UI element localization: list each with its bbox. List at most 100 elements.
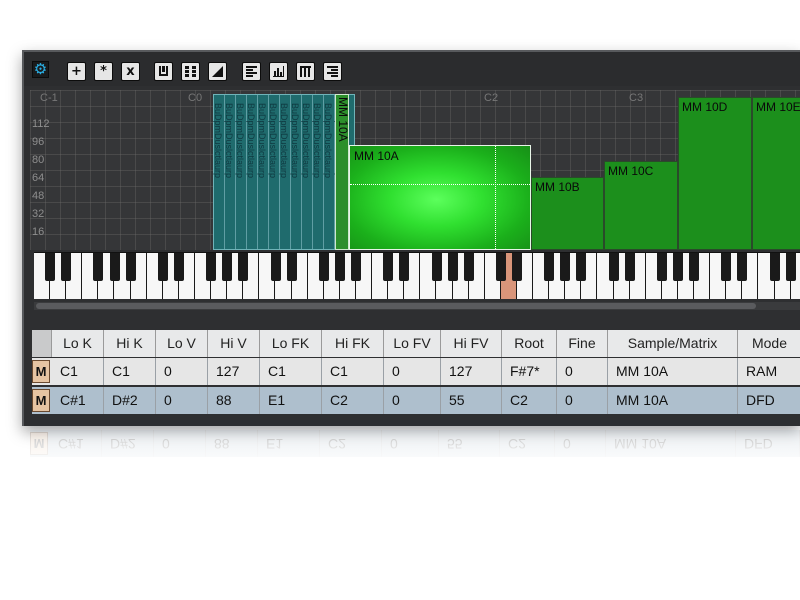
black-key[interactable] (463, 253, 474, 281)
cell-lo-fv[interactable]: 0 (384, 387, 441, 414)
cell-fine[interactable]: 0 (557, 358, 608, 385)
header-mode[interactable]: Mode (738, 330, 800, 357)
header-hi-fk[interactable]: Hi FK (322, 330, 384, 357)
cell-lo-v[interactable]: 0 (156, 358, 208, 385)
black-key[interactable] (109, 253, 120, 281)
black-key[interactable] (206, 253, 217, 281)
cell-lo-k[interactable]: C1 (52, 358, 104, 385)
align-left-button[interactable] (242, 62, 261, 81)
cell-hi-k[interactable]: C1 (104, 358, 156, 385)
header-hi-k[interactable]: Hi K (104, 330, 156, 357)
header-root[interactable]: Root (502, 330, 557, 357)
black-key[interactable] (173, 253, 184, 281)
cell-hi-k[interactable]: D#2 (104, 387, 156, 414)
piano-keyboard[interactable] (34, 252, 800, 299)
cell-root[interactable]: F#7* (502, 358, 557, 385)
black-key[interactable] (785, 253, 796, 281)
scrollbar-thumb[interactable] (36, 303, 756, 309)
cell-lo-fv[interactable]: 0 (384, 358, 441, 385)
horizontal-scrollbar[interactable] (34, 302, 800, 310)
black-key[interactable] (576, 253, 587, 281)
black-key[interactable] (318, 253, 329, 281)
table-corner (32, 330, 52, 357)
add-zone-button[interactable]: + (67, 62, 86, 81)
black-key[interactable] (45, 253, 56, 281)
black-key[interactable] (61, 253, 72, 281)
header-lo-v[interactable]: Lo V (156, 330, 208, 357)
zone-mm-10a-thin[interactable]: MM 10A (335, 94, 350, 250)
black-key[interactable] (656, 253, 667, 281)
velocity-ramp-button[interactable] (208, 62, 227, 81)
black-key[interactable] (431, 253, 442, 281)
header-lo-fv[interactable]: Lo FV (384, 330, 441, 357)
single-key-zones[interactable]: BuDpmDuslctlaurp BuDpmDuslctlaurp BuDpmD… (213, 94, 355, 250)
cell-lo-fk[interactable]: E1 (260, 387, 322, 414)
zone-mm-10c[interactable]: MM 10C (604, 161, 678, 250)
cell-lo-v[interactable]: 0 (156, 387, 208, 414)
cell-fine[interactable]: 0 (557, 387, 608, 414)
table-row[interactable]: M C1 C1 0 127 C1 C1 0 127 F#7* 0 MM 10A … (32, 358, 800, 385)
black-key[interactable] (334, 253, 345, 281)
velocity-label: 32 (32, 208, 45, 220)
black-key[interactable] (624, 253, 635, 281)
black-key[interactable] (157, 253, 168, 281)
black-key[interactable] (737, 253, 748, 281)
zone-map[interactable]: C-1 C0 C2 C3 112 96 80 64 48 32 16 BuDpm… (30, 90, 800, 250)
black-key[interactable] (721, 253, 732, 281)
black-key[interactable] (769, 253, 780, 281)
black-key[interactable] (351, 253, 361, 281)
table-row-selected[interactable]: M C#1 D#2 0 88 E1 C2 0 55 C2 0 MM 10A DF… (32, 387, 800, 414)
black-key[interactable] (495, 253, 506, 281)
keys-button[interactable] (296, 62, 315, 81)
cell-lo-k[interactable]: C#1 (52, 387, 104, 414)
align-right-button[interactable] (323, 62, 342, 81)
black-key[interactable] (270, 253, 281, 281)
black-key[interactable] (689, 253, 700, 281)
zone-mm-10a-selected[interactable]: MM 10A (349, 145, 531, 250)
cell-lo-fk[interactable]: C1 (260, 358, 322, 385)
cell-mode[interactable]: RAM (738, 358, 800, 385)
black-key[interactable] (93, 253, 104, 281)
cell-hi-v[interactable]: 127 (208, 358, 260, 385)
cell-hi-fv[interactable]: 127 (441, 358, 502, 385)
cell-hi-v[interactable]: 88 (208, 387, 260, 414)
cell-hi-fk[interactable]: C1 (322, 358, 384, 385)
black-key[interactable] (447, 253, 458, 281)
black-key[interactable] (512, 253, 522, 281)
cell-sample-matrix[interactable]: MM 10A (608, 358, 738, 385)
header-hi-fv[interactable]: Hi FV (441, 330, 502, 357)
cell-mode[interactable]: DFD (738, 387, 800, 414)
mute-button[interactable]: M (32, 389, 50, 412)
header-lo-fk[interactable]: Lo FK (260, 330, 322, 357)
grid-layout-button[interactable] (181, 62, 200, 81)
zone-mm-10e[interactable]: MM 10E (752, 97, 800, 250)
black-key[interactable] (383, 253, 394, 281)
mute-button[interactable]: M (32, 360, 50, 383)
single-key-button[interactable] (154, 62, 173, 81)
cell-root[interactable]: C2 (502, 387, 557, 414)
black-key[interactable] (286, 253, 297, 281)
black-key[interactable] (608, 253, 619, 281)
cell-sample-matrix[interactable]: MM 10A (608, 387, 738, 414)
header-lo-k[interactable]: Lo K (52, 330, 104, 357)
black-key[interactable] (544, 253, 555, 281)
cell-hi-fv[interactable]: 55 (441, 387, 502, 414)
bars-button[interactable] (269, 62, 288, 81)
black-key[interactable] (560, 253, 571, 281)
black-key[interactable] (399, 253, 410, 281)
black-key[interactable] (125, 253, 136, 281)
header-fine[interactable]: Fine (557, 330, 608, 357)
header-sample-matrix[interactable]: Sample/Matrix (608, 330, 738, 357)
gear-icon[interactable]: ⚙ (32, 61, 49, 78)
black-key[interactable] (222, 253, 233, 281)
black-key[interactable] (673, 253, 683, 281)
zone-mm-10d[interactable]: MM 10D (678, 97, 752, 250)
align-left-icon (246, 66, 257, 77)
align-right-icon (327, 66, 338, 77)
black-key[interactable] (238, 253, 249, 281)
delete-zone-button[interactable]: x (121, 62, 140, 81)
cell-hi-fk[interactable]: C2 (322, 387, 384, 414)
header-hi-v[interactable]: Hi V (208, 330, 260, 357)
zone-mm-10b[interactable]: MM 10B (531, 177, 604, 250)
duplicate-zone-button[interactable]: * (94, 62, 113, 81)
